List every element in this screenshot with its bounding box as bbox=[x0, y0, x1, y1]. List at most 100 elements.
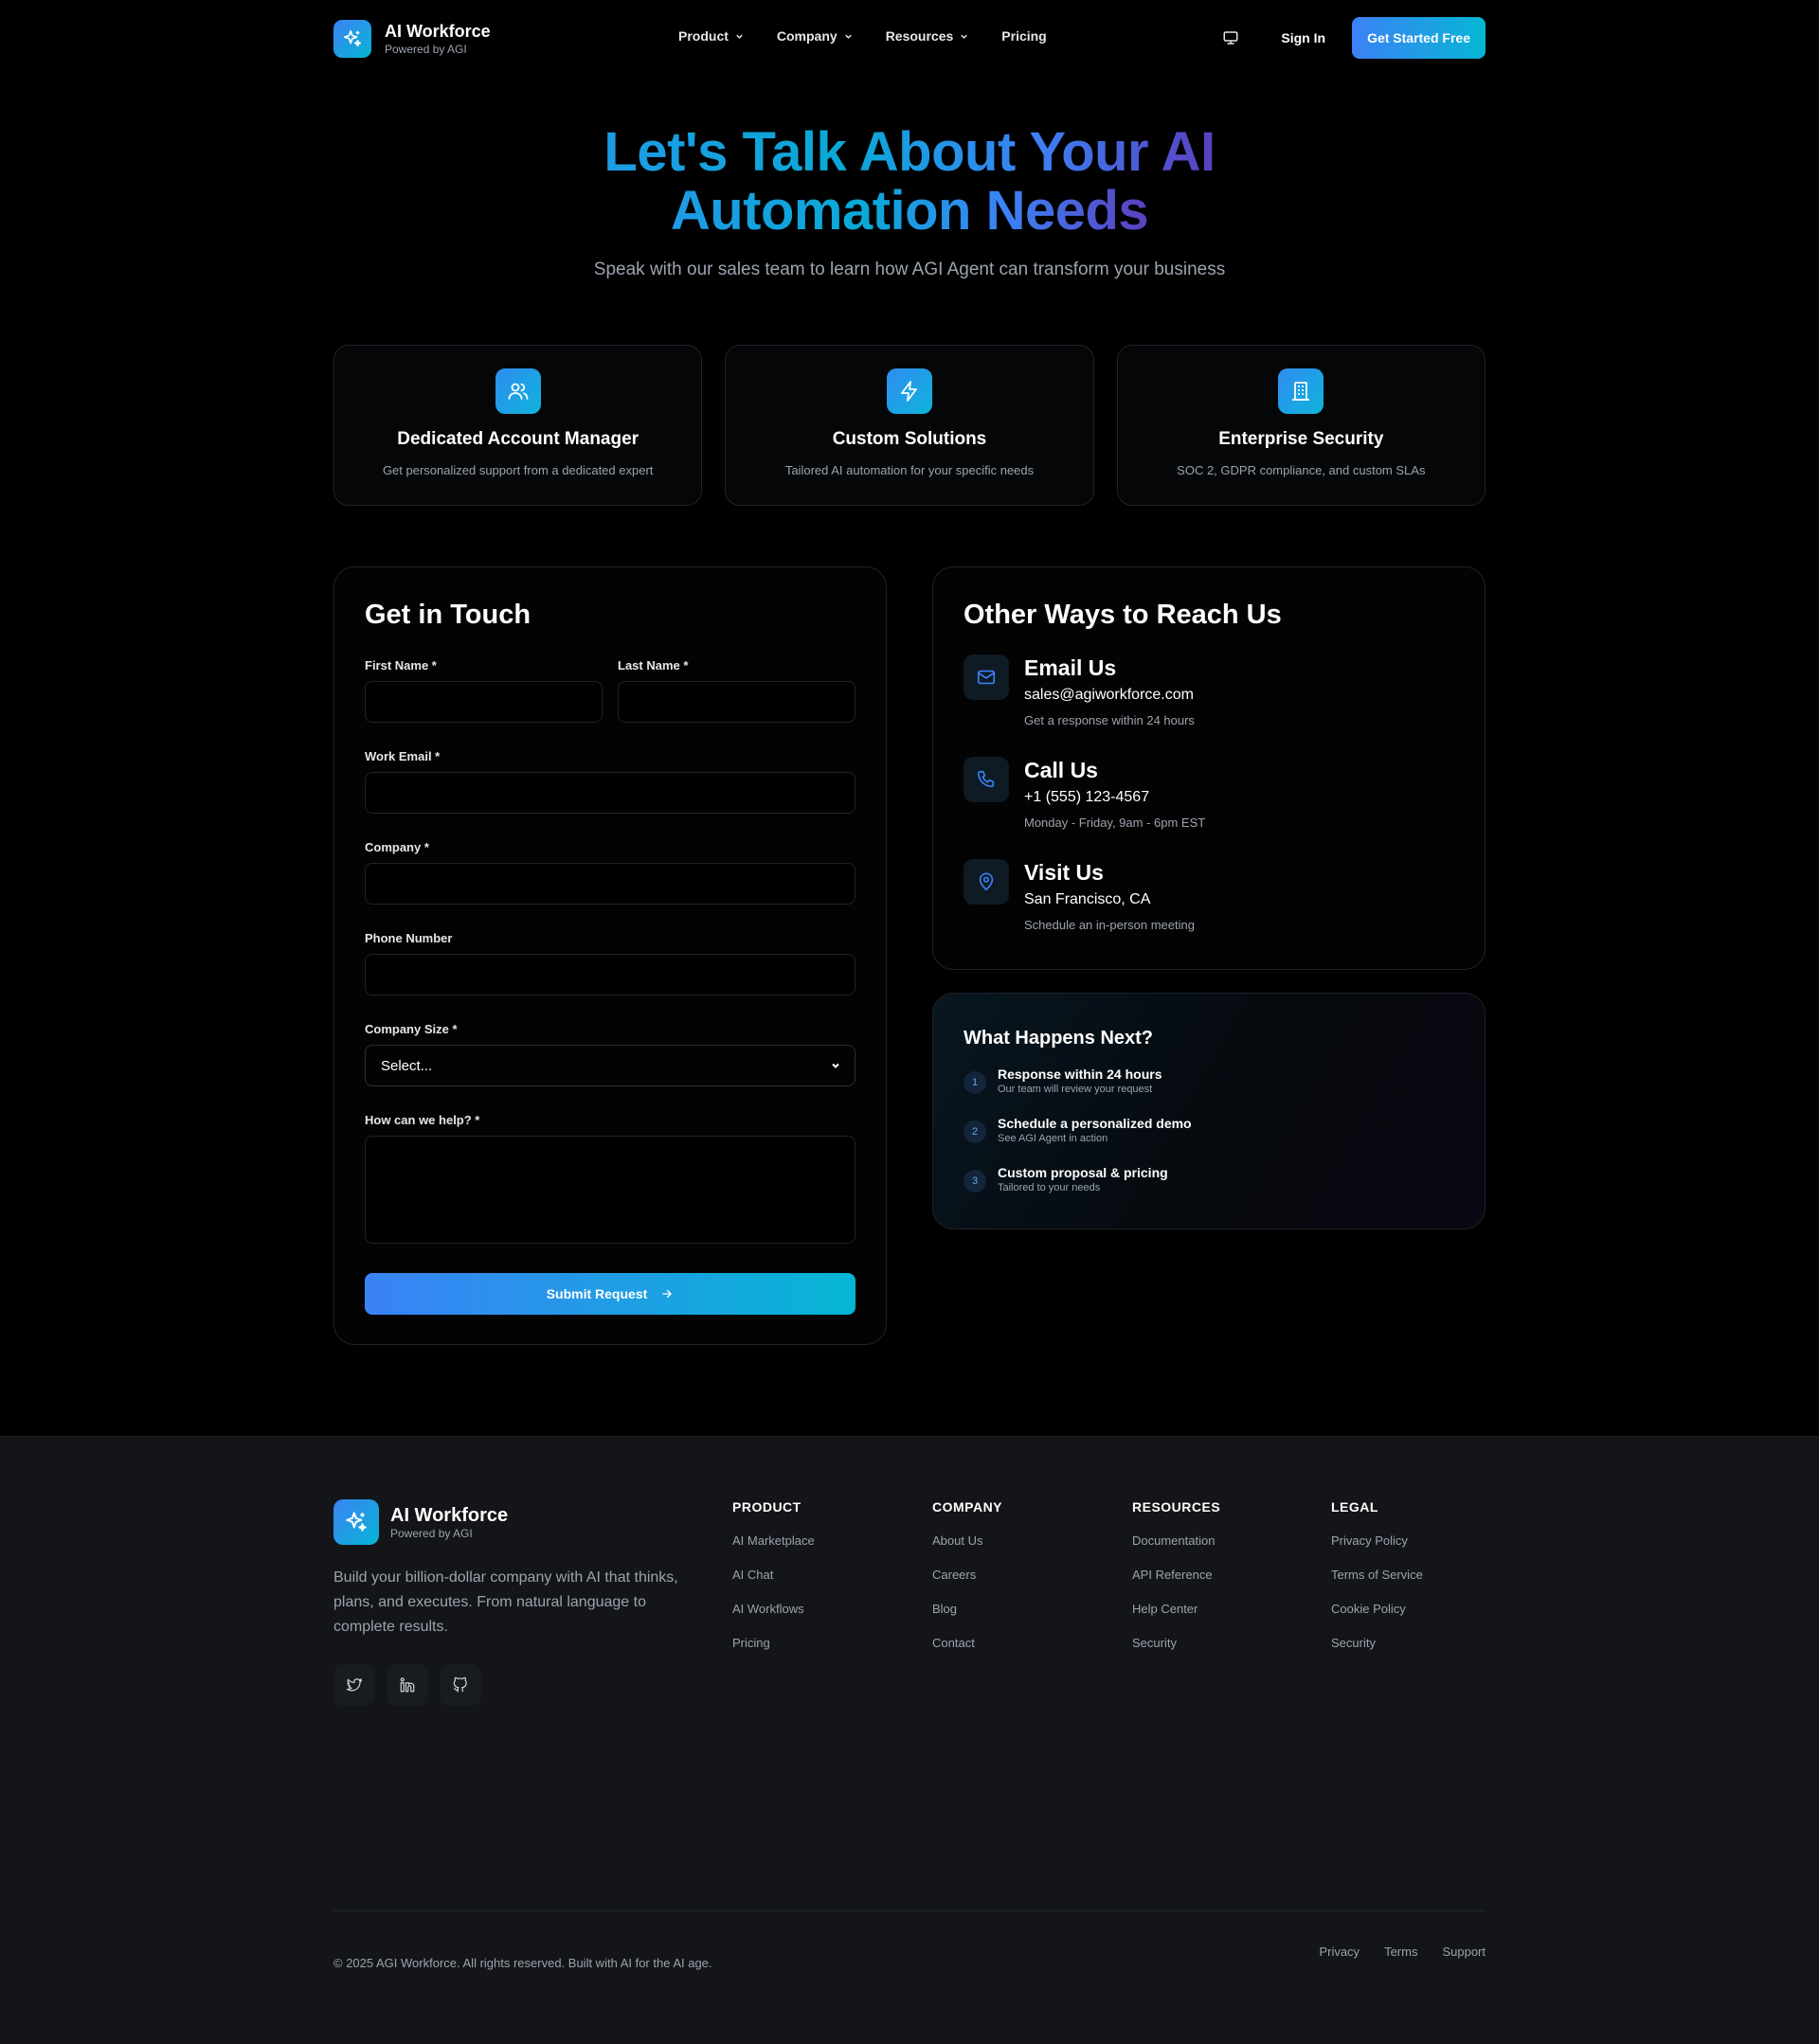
contact-form-card: Get in Touch First Name * Last Name * Wo… bbox=[333, 566, 887, 1345]
brand-logo-link[interactable]: AI Workforce Powered by AGI bbox=[333, 19, 491, 59]
footer-terms-link[interactable]: Terms bbox=[1384, 1945, 1417, 1959]
form-heading: Get in Touch bbox=[365, 600, 531, 630]
nav-resources[interactable]: Resources bbox=[886, 28, 970, 44]
other-ways-heading: Other Ways to Reach Us bbox=[964, 600, 1282, 630]
footer-link[interactable]: Privacy Policy bbox=[1331, 1533, 1423, 1549]
footer-link[interactable]: Security bbox=[1132, 1636, 1220, 1651]
hero-title-line2: Automation Needs bbox=[670, 180, 1149, 242]
footer-col-heading: LEGAL bbox=[1331, 1499, 1378, 1515]
footer-brand-name: AI Workforce bbox=[390, 1505, 509, 1526]
feature-desc: SOC 2, GDPR compliance, and custom SLAs bbox=[1177, 463, 1426, 477]
footer-link[interactable]: Careers bbox=[932, 1568, 1002, 1583]
github-icon[interactable] bbox=[440, 1664, 481, 1706]
company-size-label: Company Size * bbox=[365, 1022, 458, 1036]
contact-email: Email Us sales@agiworkforce.com Get a re… bbox=[964, 654, 1195, 727]
step-title: Response within 24 hours bbox=[998, 1067, 1162, 1082]
map-pin-icon bbox=[964, 859, 1009, 905]
feature-desc: Get personalized support from a dedicate… bbox=[382, 463, 654, 477]
footer-link[interactable]: Terms of Service bbox=[1331, 1568, 1423, 1583]
company-size-select[interactable]: Select... bbox=[365, 1045, 855, 1086]
chevron-down-icon bbox=[832, 1063, 839, 1068]
last-name-input[interactable] bbox=[618, 681, 855, 723]
get-started-button[interactable]: Get Started Free bbox=[1352, 17, 1486, 59]
nav-company[interactable]: Company bbox=[777, 28, 854, 44]
sparkle-icon bbox=[333, 1499, 379, 1545]
footer-link[interactable]: Blog bbox=[932, 1602, 1002, 1617]
footer-bottom-links: Privacy Terms Support bbox=[1319, 1945, 1486, 1959]
sign-in-link[interactable]: Sign In bbox=[1281, 30, 1325, 45]
footer-col-resources: RESOURCES Documentation API Reference He… bbox=[1132, 1499, 1220, 1670]
site-footer: AI Workforce Powered by AGI Build your b… bbox=[0, 1436, 1819, 2044]
next-step: 1 Response within 24 hours Our team will… bbox=[964, 1066, 1162, 1097]
contact-note: Schedule an in-person meeting bbox=[1024, 918, 1195, 932]
footer-divider bbox=[333, 1910, 1486, 1911]
contact-note: Monday - Friday, 9am - 6pm EST bbox=[1024, 816, 1206, 830]
footer-link[interactable]: Security bbox=[1331, 1636, 1423, 1651]
contact-title: Call Us bbox=[1024, 758, 1098, 782]
twitter-icon[interactable] bbox=[333, 1664, 375, 1706]
contact-email-link[interactable]: sales@agiworkforce.com bbox=[1024, 687, 1195, 704]
monitor-icon[interactable] bbox=[1222, 29, 1239, 46]
footer-link[interactable]: Pricing bbox=[732, 1636, 815, 1651]
footer-link[interactable]: AI Workflows bbox=[732, 1602, 815, 1617]
feature-title: Enterprise Security bbox=[1218, 429, 1384, 449]
contact-address: San Francisco, CA bbox=[1024, 891, 1151, 907]
what-happens-next-card: What Happens Next? 1 Response within 24 … bbox=[932, 993, 1486, 1229]
footer-description: Build your billion-dollar company with A… bbox=[333, 1569, 678, 1635]
work-email-input[interactable] bbox=[365, 772, 855, 814]
footer-brand-tagline: Powered by AGI bbox=[390, 1527, 473, 1540]
submit-label: Submit Request bbox=[546, 1286, 648, 1301]
other-ways-card: Other Ways to Reach Us Email Us sales@ag… bbox=[932, 566, 1486, 970]
company-label: Company * bbox=[365, 840, 429, 854]
first-name-input[interactable] bbox=[365, 681, 603, 723]
phone-label: Phone Number bbox=[365, 931, 453, 945]
chevron-down-icon bbox=[736, 34, 743, 39]
brand-name: AI Workforce bbox=[385, 22, 491, 41]
top-nav: AI Workforce Powered by AGI Product Comp… bbox=[333, 17, 1486, 59]
feature-card-account-manager: Dedicated Account Manager Get personaliz… bbox=[333, 345, 703, 506]
company-input[interactable] bbox=[365, 863, 855, 905]
footer-privacy-link[interactable]: Privacy bbox=[1319, 1945, 1360, 1959]
chevron-down-icon bbox=[844, 34, 852, 39]
next-step: 3 Custom proposal & pricing Tailored to … bbox=[964, 1164, 1168, 1195]
step-title: Custom proposal & pricing bbox=[998, 1165, 1168, 1180]
lightning-icon bbox=[886, 368, 932, 414]
last-name-label: Last Name * bbox=[618, 658, 689, 672]
phone-input[interactable] bbox=[365, 954, 855, 995]
feature-cards: Dedicated Account Manager Get personaliz… bbox=[333, 345, 1486, 506]
footer-link[interactable]: Help Center bbox=[1132, 1602, 1220, 1617]
contact-phone: Call Us +1 (555) 123-4567 Monday - Frida… bbox=[964, 757, 1205, 830]
nav-resources-label: Resources bbox=[885, 28, 954, 44]
contact-title: Visit Us bbox=[1024, 860, 1104, 885]
footer-link[interactable]: Cookie Policy bbox=[1331, 1602, 1423, 1617]
footer-link[interactable]: AI Chat bbox=[732, 1568, 815, 1583]
nav-company-label: Company bbox=[776, 28, 837, 44]
footer-support-link[interactable]: Support bbox=[1442, 1945, 1486, 1959]
copyright: © 2025 AGI Workforce. All rights reserve… bbox=[333, 1956, 712, 1970]
footer-link[interactable]: Documentation bbox=[1132, 1533, 1220, 1549]
step-number: 3 bbox=[964, 1170, 986, 1192]
next-step: 2 Schedule a personalized demo See AGI A… bbox=[964, 1115, 1192, 1146]
footer-brand[interactable]: AI Workforce Powered by AGI bbox=[333, 1499, 508, 1545]
nav-pricing[interactable]: Pricing bbox=[1001, 28, 1046, 44]
submit-request-button[interactable]: Submit Request bbox=[365, 1273, 855, 1315]
help-textarea[interactable] bbox=[365, 1136, 855, 1244]
sparkle-icon bbox=[333, 20, 371, 58]
step-desc: Our team will review your request bbox=[998, 1084, 1153, 1095]
company-size-value: Select... bbox=[381, 1057, 433, 1074]
footer-link[interactable]: API Reference bbox=[1132, 1568, 1220, 1583]
contact-visit: Visit Us San Francisco, CA Schedule an i… bbox=[964, 859, 1195, 932]
step-desc: See AGI Agent in action bbox=[998, 1133, 1108, 1144]
hero-subtitle: Speak with our sales team to learn how A… bbox=[593, 260, 1226, 279]
contact-note: Get a response within 24 hours bbox=[1024, 713, 1195, 727]
footer-link[interactable]: About Us bbox=[932, 1533, 1002, 1549]
feature-card-enterprise-security: Enterprise Security SOC 2, GDPR complian… bbox=[1116, 345, 1486, 506]
footer-col-heading: COMPANY bbox=[932, 1499, 1003, 1515]
nav-product[interactable]: Product bbox=[678, 28, 745, 44]
feature-title: Dedicated Account Manager bbox=[397, 429, 639, 449]
contact-phone-link[interactable]: +1 (555) 123-4567 bbox=[1024, 789, 1205, 806]
linkedin-icon[interactable] bbox=[387, 1664, 428, 1706]
users-icon bbox=[495, 368, 541, 414]
footer-link[interactable]: Contact bbox=[932, 1636, 1002, 1651]
footer-link[interactable]: AI Marketplace bbox=[732, 1533, 815, 1549]
